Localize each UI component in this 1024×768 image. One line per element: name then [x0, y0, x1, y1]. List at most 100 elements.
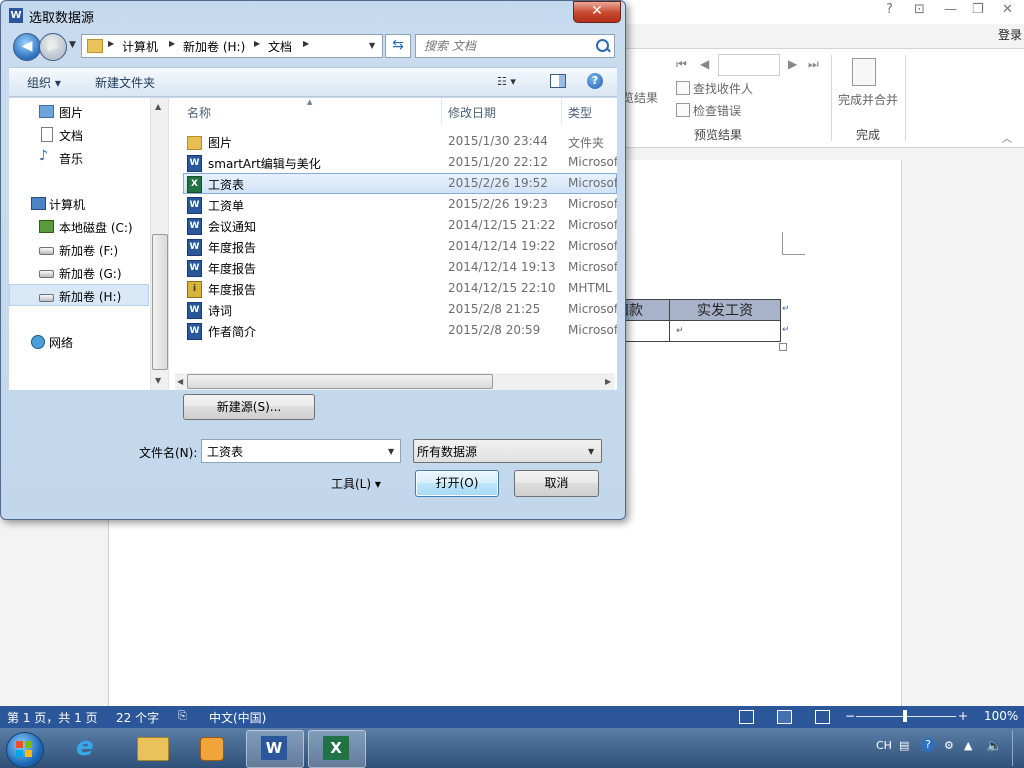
scroll-right-icon[interactable]: ▶: [605, 377, 611, 386]
new-source-button[interactable]: 新建源(S)...: [183, 394, 315, 420]
open-button[interactable]: 打开(O): [415, 470, 499, 497]
taskbar-media-player[interactable]: [184, 730, 240, 766]
nav-item-network[interactable]: 网络: [9, 330, 149, 352]
word-count[interactable]: 22 个字: [116, 709, 159, 726]
column-header-date[interactable]: 修改日期: [448, 104, 496, 121]
check-errors-button[interactable]: 检查错误: [676, 102, 741, 119]
page-count[interactable]: 第 1 页，共 1 页: [7, 709, 98, 726]
file-row[interactable]: W 会议通知 2014/12/15 21:22 Microsof: [183, 215, 617, 236]
help-icon[interactable]: ?: [886, 2, 893, 17]
language-indicator[interactable]: 中文(中国): [209, 709, 266, 726]
minimize-icon[interactable]: —: [944, 2, 957, 17]
file-row-selected[interactable]: X 工资表 2015/2/26 19:52 Microsof: [183, 173, 617, 194]
scroll-left-icon[interactable]: ◀: [177, 377, 183, 386]
proofing-icon[interactable]: ⎘: [178, 709, 187, 723]
breadcrumb-arrow-icon[interactable]: ▶: [254, 39, 260, 48]
prev-record-icon[interactable]: ◀: [700, 57, 709, 71]
file-row[interactable]: W 年度报告 2014/12/14 19:22 Microsof: [183, 236, 617, 257]
file-row[interactable]: i 年度报告 2014/12/15 22:10 MHTML: [183, 278, 617, 299]
breadcrumb-arrow-icon[interactable]: ▶: [303, 39, 309, 48]
column-separator[interactable]: [561, 98, 562, 124]
file-row[interactable]: W 作者简介 2015/2/8 20:59 Microsof: [183, 320, 617, 341]
last-record-icon[interactable]: ⏭: [808, 57, 819, 72]
ime-help-icon[interactable]: ?: [921, 738, 935, 752]
finish-merge-button[interactable]: 完成并合并: [838, 91, 898, 108]
scroll-up-icon[interactable]: ▲: [155, 102, 161, 111]
zoom-out-button[interactable]: −: [845, 709, 855, 723]
file-row[interactable]: 图片 2015/1/30 23:44 文件夹: [183, 131, 617, 152]
change-view-button[interactable]: ☷ ▾: [497, 75, 516, 88]
taskbar-word[interactable]: W: [246, 730, 304, 768]
close-icon[interactable]: ✕: [1002, 2, 1013, 17]
file-type-filter[interactable]: 所有数据源 ▼: [413, 439, 602, 463]
ime-indicator[interactable]: CH: [876, 739, 892, 752]
nav-item-documents[interactable]: 文档: [9, 123, 149, 145]
forward-button[interactable]: ▶: [39, 33, 67, 61]
filename-input[interactable]: [205, 442, 379, 460]
restore-icon[interactable]: ❐: [972, 2, 984, 17]
record-number-input[interactable]: [718, 54, 780, 76]
next-record-icon[interactable]: ▶: [788, 57, 797, 71]
history-dropdown-icon[interactable]: ▼: [69, 40, 76, 50]
web-layout-icon[interactable]: [815, 710, 830, 724]
zoom-level[interactable]: 100%: [984, 709, 1018, 723]
filename-dropdown-icon[interactable]: ▼: [388, 447, 394, 456]
nav-item-computer[interactable]: 计算机: [9, 192, 149, 214]
ribbon-display-icon[interactable]: ⊡: [914, 2, 925, 17]
dialog-close-button[interactable]: ✕: [573, 1, 621, 23]
back-button[interactable]: ◀: [13, 33, 41, 61]
taskbar-explorer[interactable]: [124, 730, 180, 766]
column-separator[interactable]: [441, 98, 442, 124]
breadcrumb-drive-h[interactable]: 新加卷 (H:): [183, 38, 245, 55]
table-cell[interactable]: ↵: [669, 320, 781, 342]
table-header-cell[interactable]: 实发工资: [669, 299, 781, 321]
taskbar-ie[interactable]: e: [62, 730, 118, 766]
show-desktop-button[interactable]: [1012, 730, 1023, 766]
scroll-down-icon[interactable]: ▼: [155, 376, 161, 385]
filename-combobox[interactable]: ▼: [201, 439, 401, 463]
nav-item-drive-f[interactable]: 新加卷 (F:): [9, 238, 149, 260]
search-input[interactable]: [422, 37, 586, 55]
nav-item-drive-g[interactable]: 新加卷 (G:): [9, 261, 149, 283]
print-layout-icon[interactable]: [777, 710, 792, 724]
nav-item-drive-h[interactable]: 新加卷 (H:): [9, 284, 149, 306]
address-bar[interactable]: ▶ 计算机 ▶ 新加卷 (H:) ▶ 文档 ▶ ▼: [81, 34, 383, 58]
search-box[interactable]: [415, 34, 615, 58]
breadcrumb-computer[interactable]: 计算机: [122, 38, 158, 55]
horizontal-scroll-thumb[interactable]: [187, 374, 493, 389]
column-header-type[interactable]: 类型: [568, 104, 592, 121]
nav-scroll-thumb[interactable]: [152, 234, 168, 370]
nav-pane-scrollbar[interactable]: ▲ ▼: [150, 98, 169, 390]
refresh-button[interactable]: ⇆: [385, 34, 411, 58]
address-dropdown-icon[interactable]: ▼: [369, 41, 375, 50]
read-mode-icon[interactable]: [739, 710, 754, 724]
tools-button[interactable]: 工具(L) ▾: [331, 475, 381, 492]
search-icon[interactable]: [596, 39, 609, 52]
file-row[interactable]: W 年度报告 2014/12/14 19:13 Microsof: [183, 257, 617, 278]
cancel-button[interactable]: 取消: [514, 470, 599, 497]
breadcrumb-documents[interactable]: 文档: [268, 38, 292, 55]
new-folder-button[interactable]: 新建文件夹: [95, 74, 155, 91]
file-row[interactable]: W smartArt编辑与美化 2015/1/20 22:12 Microsof: [183, 152, 617, 173]
file-row[interactable]: W 诗词 2015/2/8 21:25 Microsof: [183, 299, 617, 320]
column-header-name[interactable]: 名称: [187, 104, 211, 121]
taskbar-excel[interactable]: X: [308, 730, 366, 768]
keyboard-icon[interactable]: ▤: [899, 739, 909, 752]
horizontal-scrollbar[interactable]: ◀ ▶: [175, 373, 615, 390]
ime-settings-icon[interactable]: ⚙: [944, 739, 954, 752]
zoom-in-button[interactable]: +: [958, 709, 968, 723]
nav-item-drive-c[interactable]: 本地磁盘 (C:): [9, 215, 149, 237]
preview-results-button[interactable]: 览结果: [622, 89, 658, 106]
file-row[interactable]: W 工资单 2015/2/26 19:23 Microsof: [183, 194, 617, 215]
nav-item-music[interactable]: ♪ 音乐: [9, 146, 149, 168]
table-resize-handle[interactable]: [779, 343, 787, 351]
volume-icon[interactable]: 🔈: [986, 739, 1002, 754]
breadcrumb-arrow-icon[interactable]: ▶: [108, 39, 114, 48]
breadcrumb-arrow-icon[interactable]: ▶: [169, 39, 175, 48]
find-recipient-button[interactable]: 查找收件人: [676, 80, 753, 97]
nav-item-pictures[interactable]: 图片: [9, 100, 149, 122]
help-button[interactable]: ?: [587, 73, 603, 89]
collapse-ribbon-icon[interactable]: ︿: [1002, 130, 1012, 145]
organize-button[interactable]: 组织 ▾: [27, 74, 61, 91]
show-hidden-icons[interactable]: ▲: [964, 739, 972, 752]
